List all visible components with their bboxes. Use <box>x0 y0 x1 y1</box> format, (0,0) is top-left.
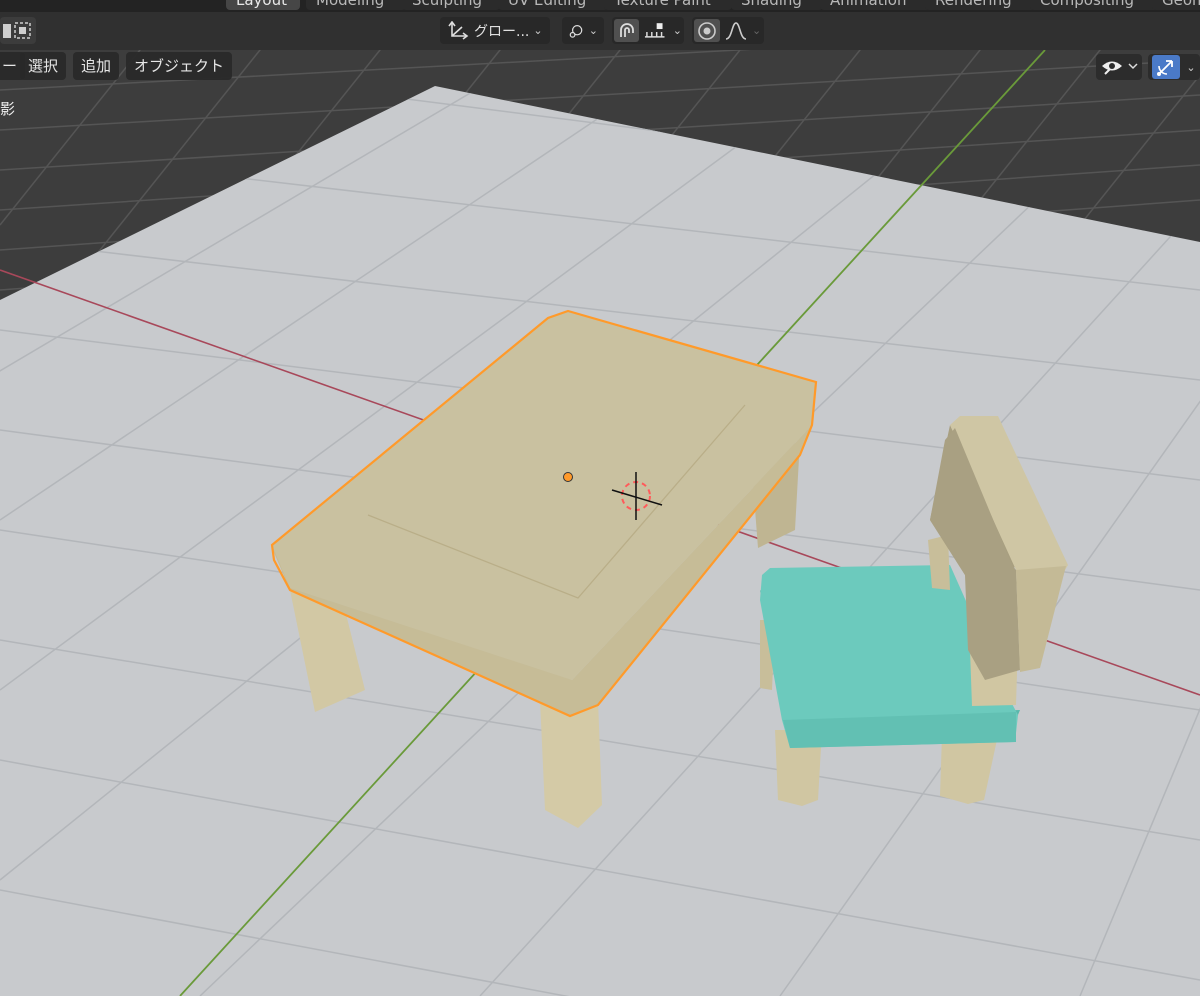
proportional-editing-toggle[interactable] <box>694 19 720 42</box>
tab-sculpting[interactable]: Sculpting <box>402 0 500 10</box>
transform-orientation-label: グロー... <box>474 23 530 40</box>
visibility-eye-icon <box>1102 61 1138 75</box>
tab-layout[interactable]: Layout <box>226 0 300 10</box>
menu-object[interactable]: オブジェクト <box>126 52 233 80</box>
3d-viewport[interactable] <box>0 0 1200 996</box>
tab-compositing[interactable]: Compositing <box>1030 0 1160 10</box>
falloff-curve-icon[interactable] <box>724 21 748 41</box>
gizmo-dropdown[interactable]: ⌄ <box>1148 54 1200 80</box>
chevron-down-icon: ⌄ <box>588 24 598 37</box>
transform-orientation-icon <box>448 20 469 40</box>
proportional-editing-icon <box>698 21 716 40</box>
tab-shading[interactable]: Shading <box>731 0 823 10</box>
object-origin-dot <box>563 472 573 482</box>
tab-animation[interactable]: Animation <box>820 0 930 10</box>
chevron-down-icon: ⌄ <box>1186 60 1196 74</box>
table-leg-front-right <box>540 700 602 828</box>
workspace-tabs-bar: Layout Modeling Sculpting UV Editing Tex… <box>0 0 1200 12</box>
chevron-down-icon: ⌄ <box>752 24 762 37</box>
proportional-editing-group: ⌄ <box>692 17 764 44</box>
gizmo-toggle[interactable] <box>1152 55 1181 79</box>
viewport-status-text: 影 <box>0 100 16 118</box>
pivot-point-dropdown[interactable]: ⌄ <box>562 17 604 44</box>
transform-orientation-dropdown[interactable]: グロー... ⌄ <box>440 17 550 44</box>
tab-geometry-nodes[interactable]: Geometry Nodes <box>1152 0 1200 10</box>
tab-uv-editing[interactable]: UV Editing <box>498 0 608 10</box>
menu-select[interactable]: 選択 <box>20 52 67 80</box>
pivot-point-icon <box>569 24 583 38</box>
chevron-down-icon: ⌄ <box>672 24 682 37</box>
snap-increment-icon[interactable] <box>643 21 668 41</box>
viewport-header: グロー... ⌄ ⌄ ⌄ ⌄ <box>0 12 1200 50</box>
snapping-group: ⌄ <box>612 17 684 44</box>
chevron-down-icon: ⌄ <box>533 24 543 37</box>
select-box-icon <box>3 21 31 39</box>
gizmo-icon <box>1157 60 1174 76</box>
tab-rendering[interactable]: Rendering <box>925 0 1035 10</box>
tab-texture-paint[interactable]: Texture Paint <box>604 0 732 10</box>
visibility-dropdown[interactable] <box>1096 54 1142 80</box>
snap-magnet-icon <box>619 22 634 37</box>
menu-add[interactable]: 追加 <box>73 52 120 80</box>
select-box-mode-button[interactable] <box>0 17 36 44</box>
tab-modeling[interactable]: Modeling <box>306 0 406 10</box>
snap-toggle-button[interactable] <box>614 19 640 42</box>
